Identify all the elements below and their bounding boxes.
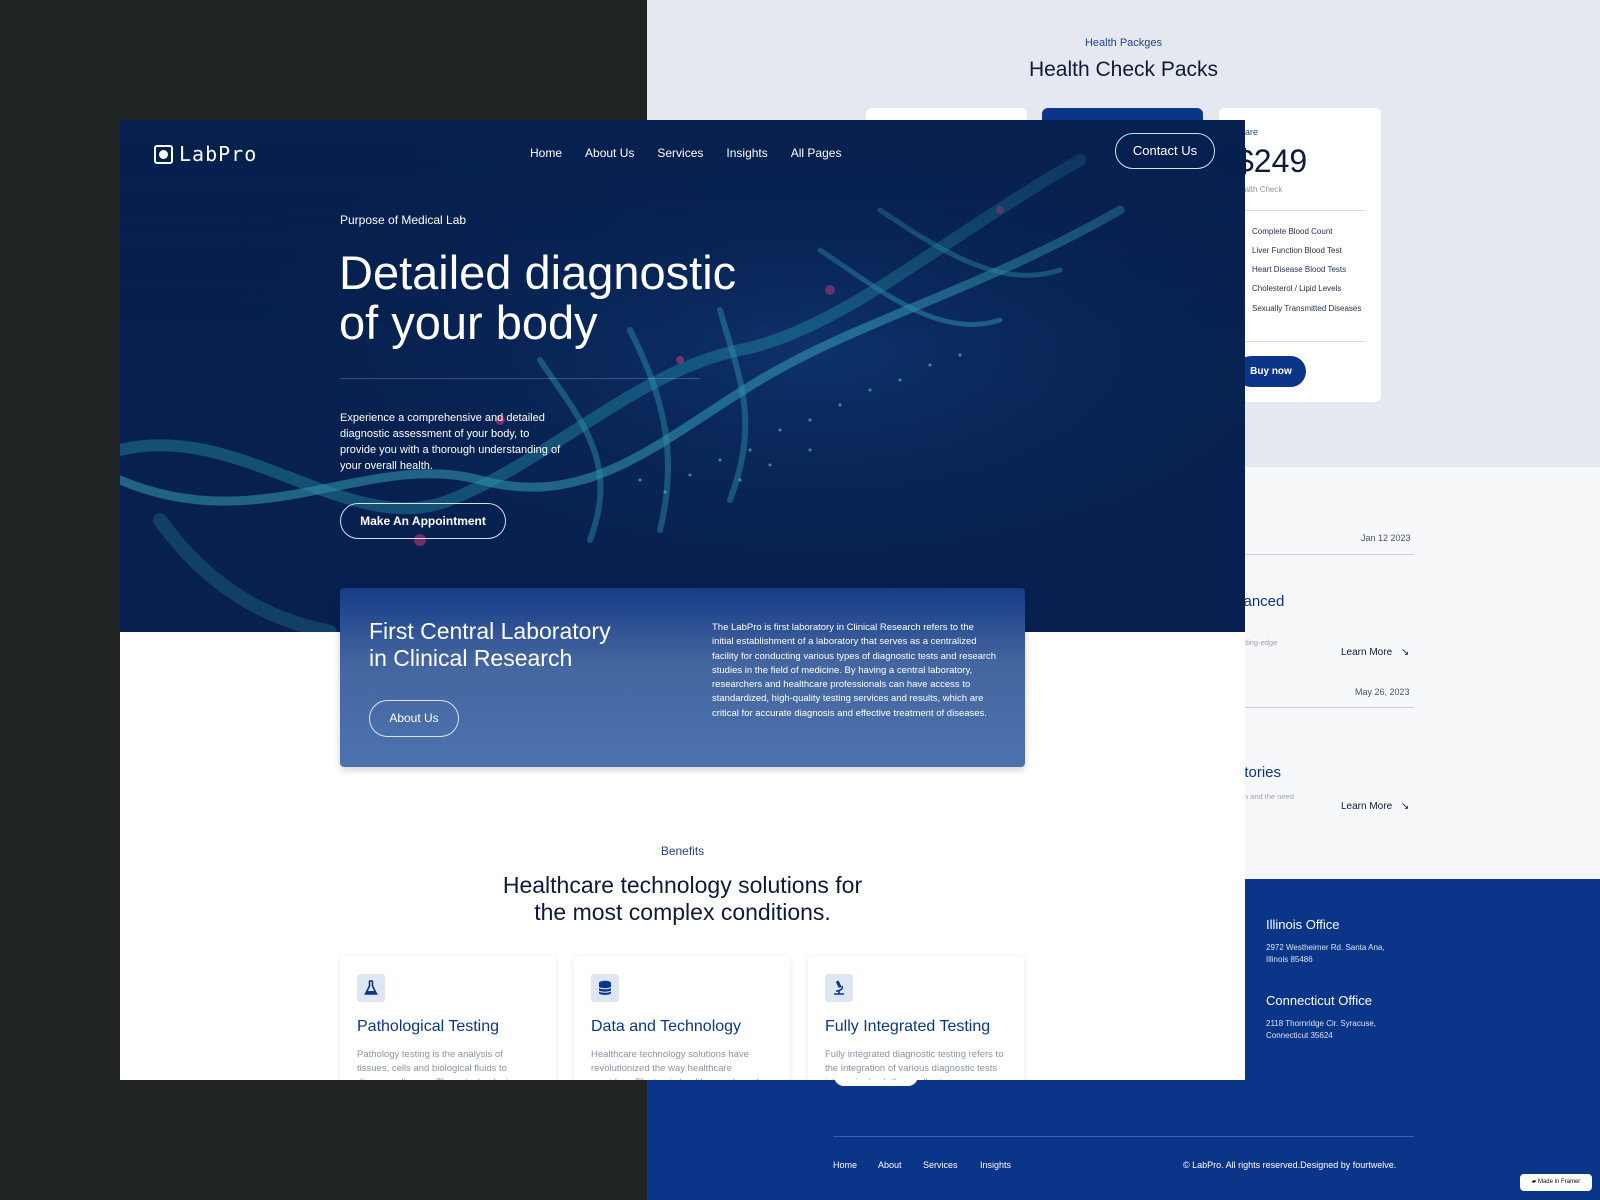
learn-more-link[interactable]: Learn More ↘ [1341,647,1409,658]
address-line: Illinois 85486 [1266,955,1313,964]
feature-title: Pathological Testing [357,1018,500,1035]
foreground-page: LabPro Home About Us Services Insights A… [120,120,1245,1080]
divider [1244,554,1414,555]
package-feature: Complete Blood Count [1252,227,1333,236]
divider [1240,341,1366,342]
feature-card[interactable]: Pathological Testing Pathology testing i… [340,956,556,1080]
nav-about-us[interactable]: About Us [585,146,634,160]
hero-eyebrow: Purpose of Medical Lab [340,213,467,227]
feature-card[interactable]: Data and Technology Healthcare technolog… [574,956,790,1080]
office-address: 2972 Westheimer Rd. Santa Ana, Illinois … [1266,942,1426,966]
arrow-down-right-icon: ↘ [1400,647,1410,658]
feature-description: Fully integrated diagnostic testing refe… [825,1049,1004,1080]
footer-link-home[interactable]: Home [833,1160,857,1170]
lab-card-body: The LabPro is first laboratory in Clinic… [712,622,997,719]
lab-card-title: First Central Laboratory in Clinical Res… [369,618,669,672]
copyright: © LabPro. All rights reserved.Designed b… [1183,1160,1397,1170]
hero-title-line: Detailed diagnostic [339,246,737,299]
hero-title-line: of your body [339,296,598,349]
contact-us-button[interactable]: Contact Us [1115,133,1215,169]
benefits-eyebrow: Benefits [660,844,705,858]
learn-more-label: Learn More [1341,647,1393,658]
labpro-logo[interactable]: LabPro [154,142,257,166]
packages-eyebrow: Health Packges [1084,37,1163,49]
feature-description: Pathology testing is the analysis of tis… [357,1049,518,1080]
nav-all-pages[interactable]: All Pages [791,146,842,160]
package-feature: Sexually Transmitted Diseases [1252,304,1362,313]
hero-title: Detailed diagnostic of your body [339,248,839,348]
dna-helix-illustration [120,120,1245,632]
feature-title: Fully Integrated Testing [825,1018,991,1035]
post-date: May 26, 2023 [1355,687,1410,697]
about-us-button[interactable]: About Us [369,700,459,737]
logo-mark-icon [154,144,173,164]
divider [1240,210,1366,211]
nav-insights[interactable]: Insights [726,146,767,160]
nav-home[interactable]: Home [530,146,562,160]
address-line: Connecticut 35624 [1266,1031,1333,1040]
feature-title: Data and Technology [591,1018,742,1035]
footer-link-about[interactable]: About [878,1160,902,1170]
framer-badge-label: Made in Framer [1537,1179,1581,1185]
lab-card-title-line: in Clinical Research [369,645,573,671]
address-line: 2972 Westheimer Rd. Santa Ana, [1266,943,1385,952]
logo-text: LabPro [179,142,258,166]
benefits-title: Healthcare technology solutions for the … [120,872,1245,926]
package-feature: Liver Function Blood Test [1252,246,1342,255]
made-in-framer-badge[interactable]: ▰ Made in Framer [1520,1174,1592,1191]
benefits-title-line: Healthcare technology solutions for [502,872,863,898]
nav-services[interactable]: Services [657,146,703,160]
buy-now-button[interactable]: Buy now [1236,356,1306,387]
office-title: Connecticut Office [1266,993,1372,1008]
lab-card-title-line: First Central Laboratory [369,618,611,644]
footer-link-insights[interactable]: Insights [980,1160,1011,1170]
feature-card[interactable]: Fully Integrated Testing Fully integrate… [808,956,1024,1080]
arrow-down-right-icon: ↘ [1400,801,1410,812]
make-appointment-button[interactable]: Make An Appointment [340,503,506,539]
platinum-price: $249 [1236,143,1308,179]
flask-icon [357,974,385,1002]
database-icon [591,974,619,1002]
lab-intro-card: First Central Laboratory in Clinical Res… [340,588,1025,767]
microscope-icon [825,974,853,1002]
learn-more-link[interactable]: Learn More ↘ [1341,801,1409,812]
footer-link-services[interactable]: Services [923,1160,958,1170]
feature-description: Healthcare technology solutions have rev… [591,1049,758,1080]
package-feature: Cholesterol / Lipid Levels [1252,284,1342,293]
hero-description: Experience a comprehensive and detailed … [340,412,561,472]
benefits-title-line: the most complex conditions. [534,899,831,925]
divider [340,378,700,379]
package-feature: Heart Disease Blood Tests [1252,265,1347,274]
divider [833,1136,1414,1137]
hero-section: LabPro Home About Us Services Insights A… [120,120,1245,632]
main-nav: Home About Us Services Insights All Page… [530,146,841,160]
learn-more-label: Learn More [1341,801,1393,812]
office-address: 2118 Thornridge Cir. Syracuse, Connectic… [1266,1018,1426,1042]
divider [1244,707,1414,708]
post-date: Jan 12 2023 [1361,533,1411,543]
address-line: 2118 Thornridge Cir. Syracuse, [1266,1019,1376,1028]
office-title: Illinois Office [1266,917,1340,932]
packages-title: Health Check Packs [1028,58,1219,81]
